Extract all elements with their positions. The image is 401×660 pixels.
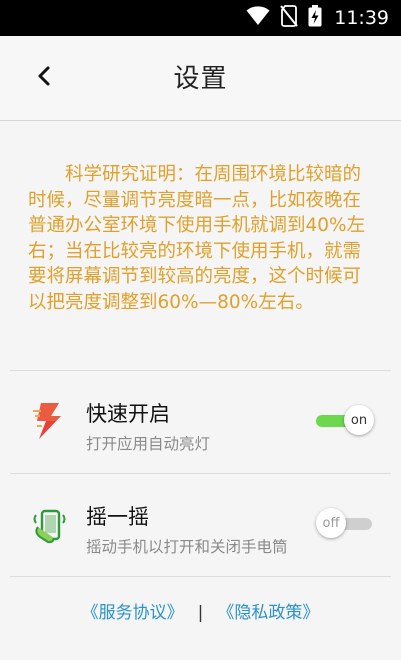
- setting-row-quick-start: 快速开启 打开应用自动亮灯 on: [0, 372, 401, 472]
- toggle-knob: off: [316, 508, 346, 538]
- setting-row-shake: 摇一摇 摇动手机以打开和关闭手电筒 off: [0, 475, 401, 575]
- status-time: 11:39: [334, 7, 389, 29]
- setting-title: 摇一摇: [86, 505, 149, 529]
- privacy-policy-link[interactable]: 《隐私政策》: [217, 603, 319, 623]
- wifi-icon: [246, 6, 270, 30]
- app-header: 设置: [0, 36, 401, 121]
- page-title: 设置: [173, 64, 228, 94]
- setting-subtitle: 打开应用自动亮灯: [86, 435, 211, 453]
- footer-separator: |: [197, 603, 204, 623]
- footer-links: 《服务协议》 | 《隐私政策》: [0, 598, 401, 623]
- divider: [10, 473, 391, 474]
- shake-phone-icon: [32, 505, 68, 544]
- status-icons: 11:39: [246, 0, 389, 36]
- divider: [10, 370, 391, 371]
- divider: [10, 576, 391, 577]
- brightness-notice: 科学研究证明：在周围环境比较暗的时候，尽量调节亮度暗一点，比如夜晚在普通办公室环…: [28, 164, 366, 313]
- no-sim-icon: [280, 5, 299, 31]
- toggle-knob: on: [344, 405, 374, 435]
- status-bar: 11:39: [0, 0, 401, 36]
- battery-charging-icon: [308, 5, 322, 31]
- shake-toggle[interactable]: off: [316, 508, 374, 540]
- setting-subtitle: 摇动手机以打开和关闭手电筒: [86, 538, 288, 556]
- lightning-icon: [32, 402, 68, 440]
- service-agreement-link[interactable]: 《服务协议》: [82, 603, 184, 623]
- quick-start-toggle[interactable]: on: [316, 405, 374, 437]
- setting-title: 快速开启: [86, 402, 170, 426]
